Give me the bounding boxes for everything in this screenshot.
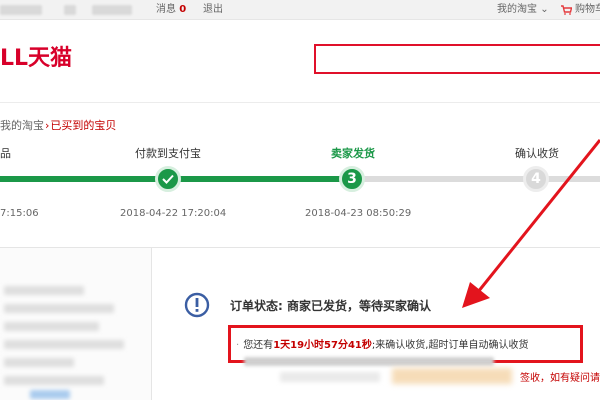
cart-icon bbox=[561, 5, 572, 15]
blurred-link bbox=[30, 390, 70, 399]
blurred-text bbox=[392, 368, 512, 384]
step-label-4: 确认收货 bbox=[515, 147, 559, 160]
blurred-link bbox=[64, 5, 76, 15]
step-node-3: 3 bbox=[339, 166, 365, 192]
header-divider bbox=[0, 102, 600, 103]
bullet: · bbox=[236, 340, 240, 351]
breadcrumb-separator: › bbox=[45, 119, 50, 132]
step-time-2: 2018-04-22 17:20:04 bbox=[120, 208, 227, 219]
help-text: 签收，如有疑问请 bbox=[520, 373, 600, 384]
blurred-link bbox=[92, 5, 132, 15]
step-label-2: 付款到支付宝 bbox=[135, 147, 201, 160]
step-label-3: 卖家发货 bbox=[331, 147, 375, 160]
top-bar: 消息 0 退出 我的淘宝 ⌄ 购物车 bbox=[0, 0, 600, 20]
blurred-logistics-info bbox=[244, 357, 494, 366]
progress-track-todo bbox=[354, 176, 600, 182]
breadcrumb-bought-items[interactable]: 已买到的宝贝 bbox=[50, 119, 116, 132]
info-icon bbox=[184, 292, 210, 318]
messages-link[interactable]: 消息 0 bbox=[156, 3, 186, 17]
blurred-text bbox=[4, 304, 114, 313]
auto-confirm-notice: · 您还有1天19小时57分41秒;来确认收货,超时订单自动确认收货 bbox=[236, 340, 529, 351]
step-node-2 bbox=[155, 166, 181, 192]
blurred-text bbox=[4, 340, 124, 349]
breadcrumb: 我的淘宝›已买到的宝贝 bbox=[0, 117, 116, 133]
countdown-timer: 1天19小时57分41秒 bbox=[273, 340, 372, 351]
chevron-down-icon: ⌄ bbox=[540, 4, 549, 15]
blurred-text bbox=[4, 376, 104, 385]
blurred-username bbox=[0, 5, 42, 15]
search-input[interactable] bbox=[314, 44, 600, 74]
blurred-text bbox=[4, 322, 99, 331]
check-icon bbox=[162, 174, 174, 184]
tmall-logo[interactable]: LL天猫 bbox=[0, 44, 72, 74]
blurred-text bbox=[280, 372, 380, 382]
message-count: 0 bbox=[179, 4, 187, 15]
step-time-1: 7:15:06 bbox=[0, 208, 39, 219]
breadcrumb-my-taobao[interactable]: 我的淘宝 bbox=[0, 119, 44, 132]
blurred-text bbox=[4, 358, 74, 367]
step-node-4: 4 bbox=[523, 166, 549, 192]
step-time-3: 2018-04-23 08:50:29 bbox=[305, 208, 412, 219]
order-status: 订单状态: 商家已发货，等待买家确认 bbox=[230, 299, 431, 313]
step-label-1: 品 bbox=[0, 147, 11, 160]
my-taobao-menu[interactable]: 我的淘宝 ⌄ bbox=[497, 3, 549, 17]
blurred-text bbox=[4, 286, 84, 295]
logout-link[interactable]: 退出 bbox=[203, 3, 223, 17]
cart-link[interactable]: 购物车 bbox=[575, 3, 600, 17]
order-detail-page: 消息 0 退出 我的淘宝 ⌄ 购物车 LL天猫 我的淘宝›已买到的宝贝 品 付款… bbox=[0, 0, 600, 400]
order-info-panel bbox=[0, 248, 152, 400]
